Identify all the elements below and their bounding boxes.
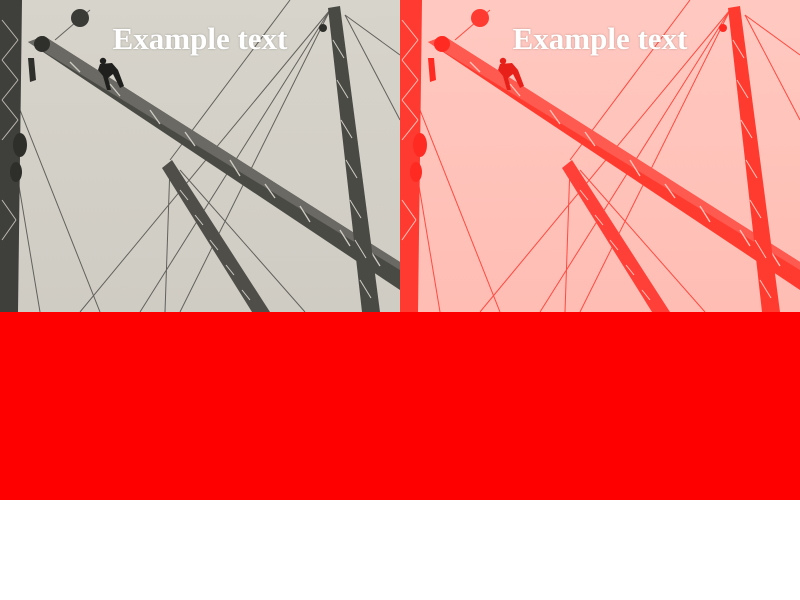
overlay-caption: Example text [512,21,688,56]
red-band [0,312,800,500]
blank-footer [0,500,800,600]
photo-panel-original: Example text [0,0,400,312]
photo-panel-red-tinted: Example text [400,0,800,312]
overlay-caption: Example text [112,21,288,56]
page: Example text Example text [0,0,800,600]
